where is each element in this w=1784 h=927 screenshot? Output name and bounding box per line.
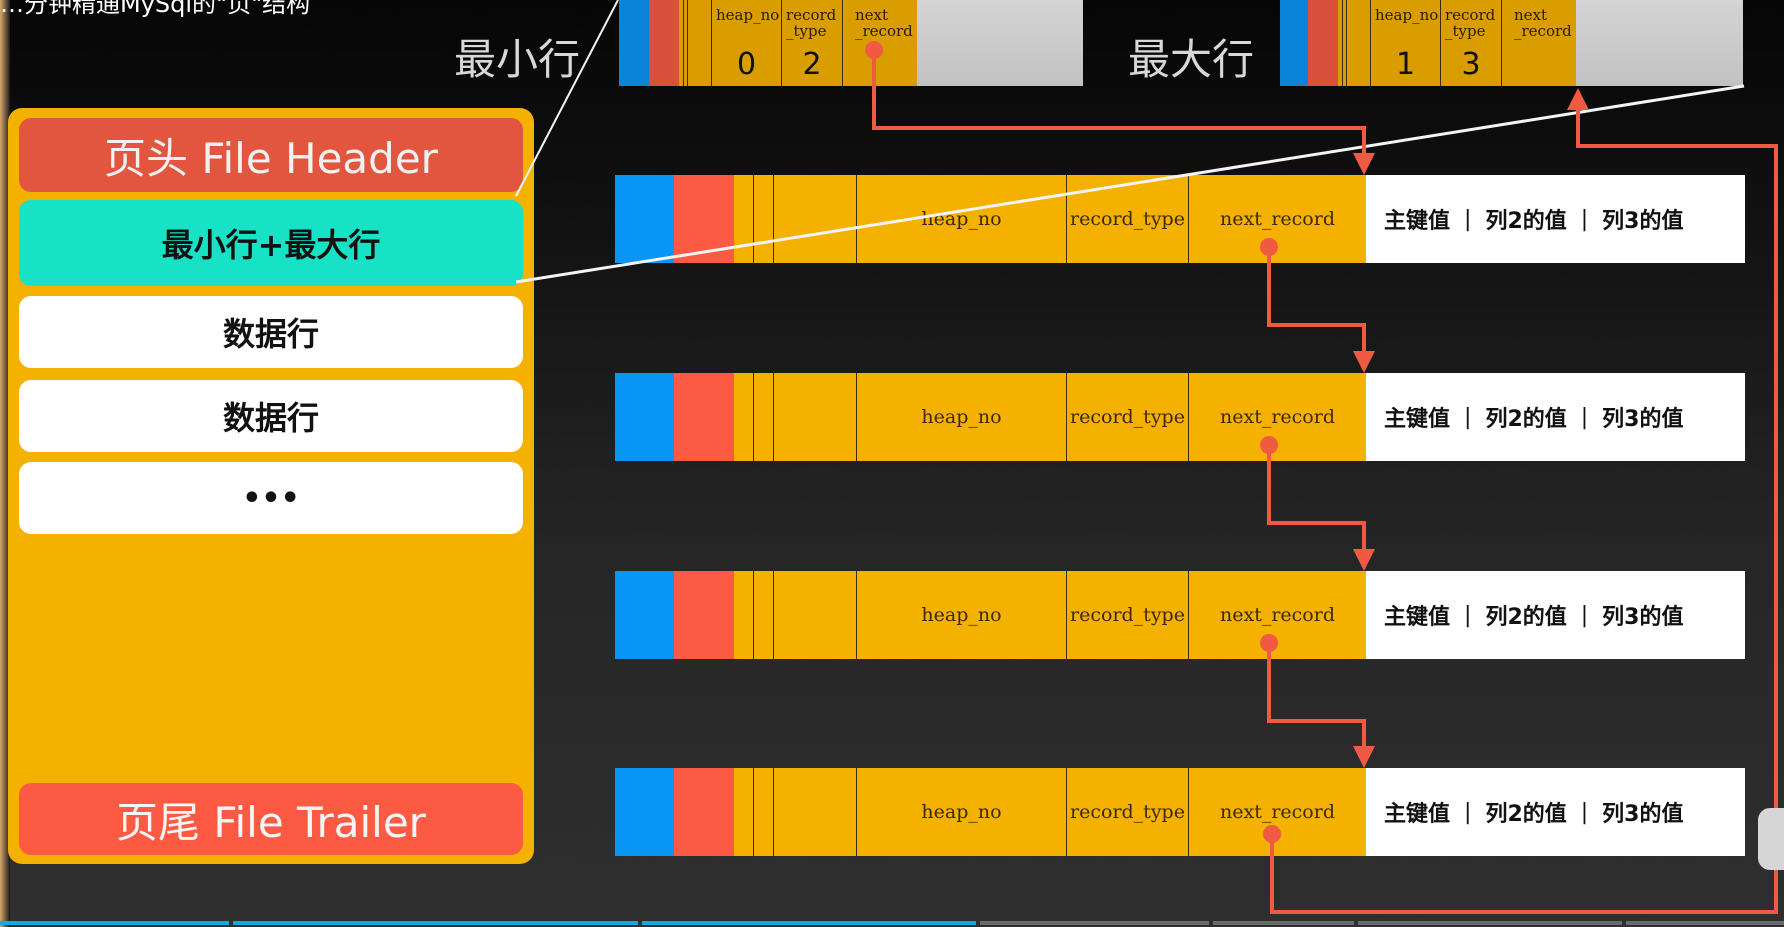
next-record-pointer bbox=[872, 50, 1366, 168]
next-record-pointer bbox=[1267, 643, 1366, 762]
next-record-pointer bbox=[1267, 445, 1366, 565]
arrow-head bbox=[1353, 746, 1375, 768]
progress-segment[interactable] bbox=[1625, 921, 1784, 925]
progress-segment[interactable] bbox=[0, 921, 229, 925]
next-record-pointer bbox=[1270, 96, 1778, 914]
arrow-head bbox=[1353, 549, 1375, 571]
next-record-pointer bbox=[1267, 247, 1366, 367]
progress-segment[interactable] bbox=[1357, 921, 1622, 925]
video-progress-bar[interactable] bbox=[0, 921, 1784, 925]
progress-segment[interactable] bbox=[1212, 921, 1354, 925]
guide-line bbox=[515, 84, 1745, 284]
pointer-diagram bbox=[515, 0, 1778, 914]
progress-segment[interactable] bbox=[232, 921, 638, 925]
arrow-head bbox=[1567, 88, 1589, 110]
progress-segment[interactable] bbox=[980, 921, 1209, 925]
guide-line bbox=[515, 0, 619, 197]
progress-segment[interactable] bbox=[641, 921, 976, 925]
arrow-head bbox=[1353, 153, 1375, 175]
arrow-head bbox=[1353, 351, 1375, 373]
tv-icon bbox=[1758, 808, 1784, 870]
